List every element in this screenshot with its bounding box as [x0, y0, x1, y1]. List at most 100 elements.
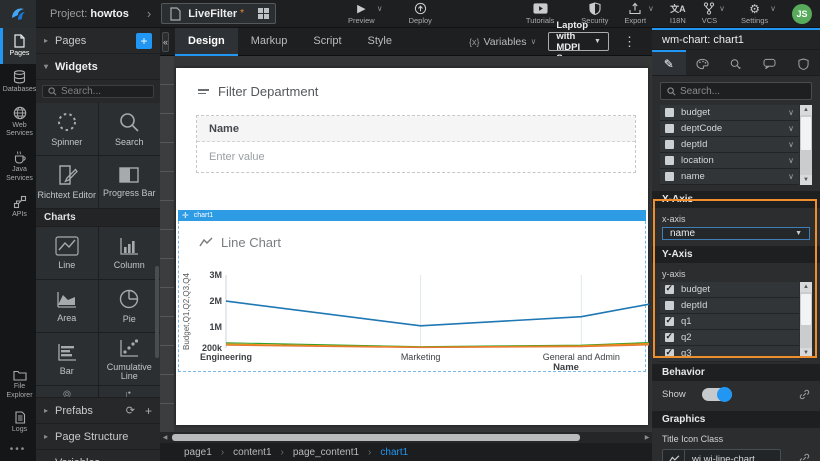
checkbox[interactable] — [665, 317, 674, 326]
breadcrumb-page-content1[interactable]: page_content1 — [293, 447, 359, 458]
settings-chevron-icon[interactable]: ∨ — [770, 4, 776, 13]
export-chevron-icon[interactable]: ∨ — [648, 4, 654, 13]
prefabs-section-header[interactable]: ▸ Prefabs ⟳ + — [36, 398, 160, 424]
sidebar-item-logs[interactable]: Logs — [0, 405, 36, 440]
more-options-button[interactable]: ••• — [0, 440, 36, 461]
device-select[interactable]: Laptop with MDPI Screen ▼ — [548, 32, 609, 51]
widget-search[interactable] — [42, 85, 154, 98]
x-axis-select[interactable]: name ▼ — [662, 227, 810, 240]
preview-button[interactable]: ▶ Preview — [348, 2, 375, 25]
vcs-button[interactable]: VCS — [702, 2, 717, 25]
field-list-scrollbar[interactable]: ▲ ▼ — [800, 105, 812, 185]
bind-property-icon[interactable] — [799, 389, 810, 400]
breadcrumb-content1[interactable]: content1 — [233, 447, 271, 458]
app-logo[interactable] — [0, 0, 36, 28]
breadcrumb-chart1[interactable]: chart1 — [380, 447, 408, 458]
left-panel-scrollbar[interactable] — [155, 266, 159, 358]
add-page-button[interactable]: + — [136, 33, 152, 49]
pages-section-header[interactable]: ▸ Pages + — [36, 28, 160, 54]
widget-tile-clipped-1[interactable] — [36, 386, 98, 397]
filter-form-panel[interactable]: Name Enter value — [196, 115, 636, 173]
widget-tile-spinner[interactable]: Spinner — [36, 103, 98, 155]
widget-tile-pie[interactable]: Pie — [99, 280, 161, 332]
line-chart-plot[interactable]: 3M2M1M200kEngineeringMarketingGeneral an… — [181, 263, 649, 371]
tutorials-button[interactable]: Tutorials — [526, 2, 554, 25]
scrollbar-thumb[interactable] — [172, 434, 580, 441]
chevron-down-icon[interactable]: ∨ — [788, 156, 794, 165]
page-preview[interactable]: Filter Department Name Enter value ✛ cha… — [176, 68, 648, 425]
collapse-left-panel-button[interactable]: « — [162, 32, 169, 52]
settings-button[interactable]: ⚙ Settings — [741, 2, 768, 25]
add-prefab-button[interactable]: + — [145, 404, 152, 418]
vcs-chevron-icon[interactable]: ∨ — [719, 4, 725, 13]
tab-styles[interactable] — [686, 50, 720, 75]
checkbox[interactable] — [665, 124, 674, 133]
scroll-up-icon[interactable]: ▲ — [800, 282, 812, 292]
page-tab-livefilter[interactable]: LiveFilter * — [161, 3, 276, 24]
show-toggle[interactable] — [702, 388, 732, 401]
scrollbar-thumb[interactable] — [801, 117, 811, 150]
yaxis-row-q2[interactable]: q2 — [660, 330, 799, 346]
tab-script[interactable]: Script — [300, 28, 354, 56]
widget-tile-bar[interactable]: Bar — [36, 333, 98, 385]
chevron-down-icon[interactable]: ∨ — [788, 108, 794, 117]
chevron-down-icon[interactable]: ∨ — [788, 124, 794, 133]
widget-tile-line[interactable]: Line — [36, 227, 98, 279]
field-row-location[interactable]: location∨ — [660, 153, 799, 169]
widget-tile-cumulative-line[interactable]: Cumulative Line — [99, 333, 161, 385]
page-structure-section-header[interactable]: ▸ Page Structure — [36, 424, 160, 450]
scrollbar-thumb[interactable] — [801, 294, 811, 325]
field-row-budget[interactable]: budget∨ — [660, 105, 799, 121]
scroll-left-icon[interactable]: ◀ — [160, 434, 170, 441]
export-button[interactable]: Export — [624, 2, 646, 25]
chart-widget[interactable]: ✛ chart1 Line Chart 3M2M1M200kEngineerin… — [178, 210, 646, 372]
chevron-down-icon[interactable]: ∨ — [788, 140, 794, 149]
sidebar-item-apis[interactable]: APIs — [0, 189, 36, 225]
sidebar-item-pages[interactable]: Pages — [0, 28, 36, 64]
yaxis-row-q1[interactable]: q1 — [660, 314, 799, 330]
bind-property-icon[interactable] — [799, 453, 810, 461]
deploy-button[interactable]: Deploy — [409, 2, 432, 25]
widgets-section-header[interactable]: ▾ Widgets — [36, 54, 160, 80]
checkbox[interactable] — [665, 285, 674, 294]
checkbox[interactable] — [665, 108, 674, 117]
properties-search-input[interactable] — [680, 86, 805, 97]
widget-tile-clipped-2[interactable] — [99, 386, 161, 397]
name-input-field[interactable]: Enter value — [197, 142, 635, 172]
checkbox[interactable] — [665, 349, 674, 358]
sidebar-item-web-services[interactable]: Web Services — [0, 100, 36, 145]
widget-tile-column[interactable]: Column — [99, 227, 161, 279]
user-avatar[interactable]: JS — [792, 4, 812, 24]
widget-search-input[interactable] — [61, 86, 148, 97]
y-axis-list-scrollbar[interactable]: ▲ ▼ — [800, 282, 812, 358]
tab-properties[interactable]: ✎ — [652, 50, 686, 75]
tab-chat[interactable] — [753, 50, 787, 75]
sidebar-item-java-services[interactable]: Java Services — [0, 144, 36, 189]
sidebar-item-file-explorer[interactable]: File Explorer — [0, 363, 36, 406]
preview-chevron-icon[interactable]: ∨ — [377, 4, 383, 13]
scroll-down-icon[interactable]: ▼ — [800, 348, 812, 358]
checkbox[interactable] — [665, 172, 674, 181]
scroll-up-icon[interactable]: ▲ — [800, 105, 812, 115]
scroll-down-icon[interactable]: ▼ — [800, 175, 812, 185]
tab-style[interactable]: Style — [355, 28, 405, 56]
field-row-name[interactable]: name∨ — [660, 169, 799, 185]
breadcrumb-page1[interactable]: page1 — [184, 447, 212, 458]
checkbox[interactable] — [665, 156, 674, 165]
chart-widget-body[interactable]: Line Chart 3M2M1M200kEngineeringMarketin… — [178, 221, 646, 372]
scroll-right-icon[interactable]: ▶ — [642, 434, 652, 441]
checkbox[interactable] — [665, 301, 674, 310]
widget-selection-bar[interactable]: ✛ chart1 — [178, 210, 646, 221]
chevron-down-icon[interactable]: ∨ — [788, 172, 794, 181]
i18n-button[interactable]: 文A I18N — [670, 2, 686, 25]
checkbox[interactable] — [665, 333, 674, 342]
sidebar-item-databases[interactable]: Databases — [0, 64, 36, 100]
properties-search[interactable] — [660, 82, 812, 100]
layout-grid-icon[interactable] — [258, 8, 269, 19]
checkbox[interactable] — [665, 140, 674, 149]
move-handle-icon[interactable]: ✛ — [182, 211, 189, 220]
variables-section-header[interactable]: ▸ Variables — [36, 450, 160, 461]
widget-tile-richtext-editor[interactable]: Richtext Editor — [36, 156, 98, 208]
widget-tile-search[interactable]: Search — [99, 103, 161, 155]
title-icon-class-input[interactable]: wi wi-line-chart — [662, 449, 781, 461]
